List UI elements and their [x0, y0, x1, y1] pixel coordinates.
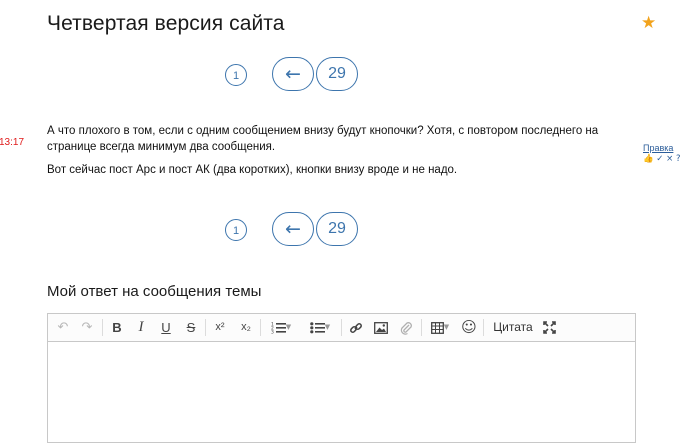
chevron-down-icon: ▼: [324, 323, 331, 331]
page-29-button[interactable]: 29: [316, 57, 358, 91]
toolbar-separator: [260, 319, 261, 336]
page-1-button[interactable]: 1: [225, 64, 247, 86]
post-actions: Правка 👍 ✓ × ?: [643, 143, 680, 164]
post-time: 13:17: [0, 137, 25, 148]
pagination-top: 1 ← 29: [0, 56, 700, 96]
post-action-icons: 👍 ✓ × ?: [643, 154, 680, 164]
reply-editor: ↶ ↷ B I U S x² x₂ 1 2 3 ▼ ▼ ▼ ☺ Цитата: [47, 313, 636, 443]
chevron-down-icon: ▼: [285, 323, 292, 331]
editor-text-area[interactable]: [48, 342, 635, 442]
attachment-icon[interactable]: [394, 314, 418, 341]
pagination-bottom: 1 ← 29: [0, 211, 700, 251]
strikethrough-icon[interactable]: S: [180, 314, 202, 341]
reply-title: Мой ответ на сообщения темы: [47, 283, 262, 300]
star-icon[interactable]: ★: [641, 13, 656, 33]
emoji-icon[interactable]: ☺: [458, 314, 480, 341]
close-icon[interactable]: ×: [666, 154, 673, 164]
image-icon[interactable]: [369, 314, 393, 341]
editor-toolbar: ↶ ↷ B I U S x² x₂ 1 2 3 ▼ ▼ ▼ ☺ Цитата: [48, 314, 635, 342]
underline-icon[interactable]: U: [155, 314, 177, 341]
prev-page-button[interactable]: ←: [272, 57, 314, 91]
quote-button[interactable]: Цитата: [488, 314, 538, 341]
post-body: А что плохого в том, если с одним сообще…: [47, 124, 607, 187]
check-icon[interactable]: ✓: [656, 154, 663, 164]
subscript-icon[interactable]: x₂: [234, 314, 258, 341]
table-icon[interactable]: ▼: [425, 314, 455, 341]
italic-icon[interactable]: I: [130, 314, 152, 341]
chevron-down-icon: ▼: [443, 323, 450, 331]
svg-text:3: 3: [271, 330, 274, 335]
bold-icon[interactable]: B: [106, 314, 128, 341]
ordered-list-icon[interactable]: 1 2 3 ▼: [264, 314, 298, 341]
fullscreen-icon[interactable]: [538, 314, 560, 341]
redo-icon[interactable]: ↷: [76, 314, 98, 341]
toolbar-separator: [102, 319, 103, 336]
toolbar-separator: [341, 319, 342, 336]
edit-link[interactable]: Правка: [643, 143, 680, 153]
page-29-button[interactable]: 29: [316, 212, 358, 246]
bullet-list-icon[interactable]: ▼: [302, 314, 338, 341]
question-icon[interactable]: ?: [676, 154, 681, 164]
post-paragraph: А что плохого в том, если с одним сообще…: [47, 125, 599, 153]
toolbar-separator: [483, 319, 484, 336]
page-title: Четвертая версия сайта: [47, 12, 285, 35]
toolbar-separator: [421, 319, 422, 336]
like-icon[interactable]: 👍: [643, 154, 654, 164]
undo-icon[interactable]: ↶: [52, 314, 74, 341]
link-icon[interactable]: [344, 314, 368, 341]
post-paragraph: Вот сейчас пост Арс и пост АК (два корот…: [47, 164, 458, 176]
superscript-icon[interactable]: x²: [208, 314, 232, 341]
toolbar-separator: [205, 319, 206, 336]
page-1-button[interactable]: 1: [225, 219, 247, 241]
prev-page-button[interactable]: ←: [272, 212, 314, 246]
